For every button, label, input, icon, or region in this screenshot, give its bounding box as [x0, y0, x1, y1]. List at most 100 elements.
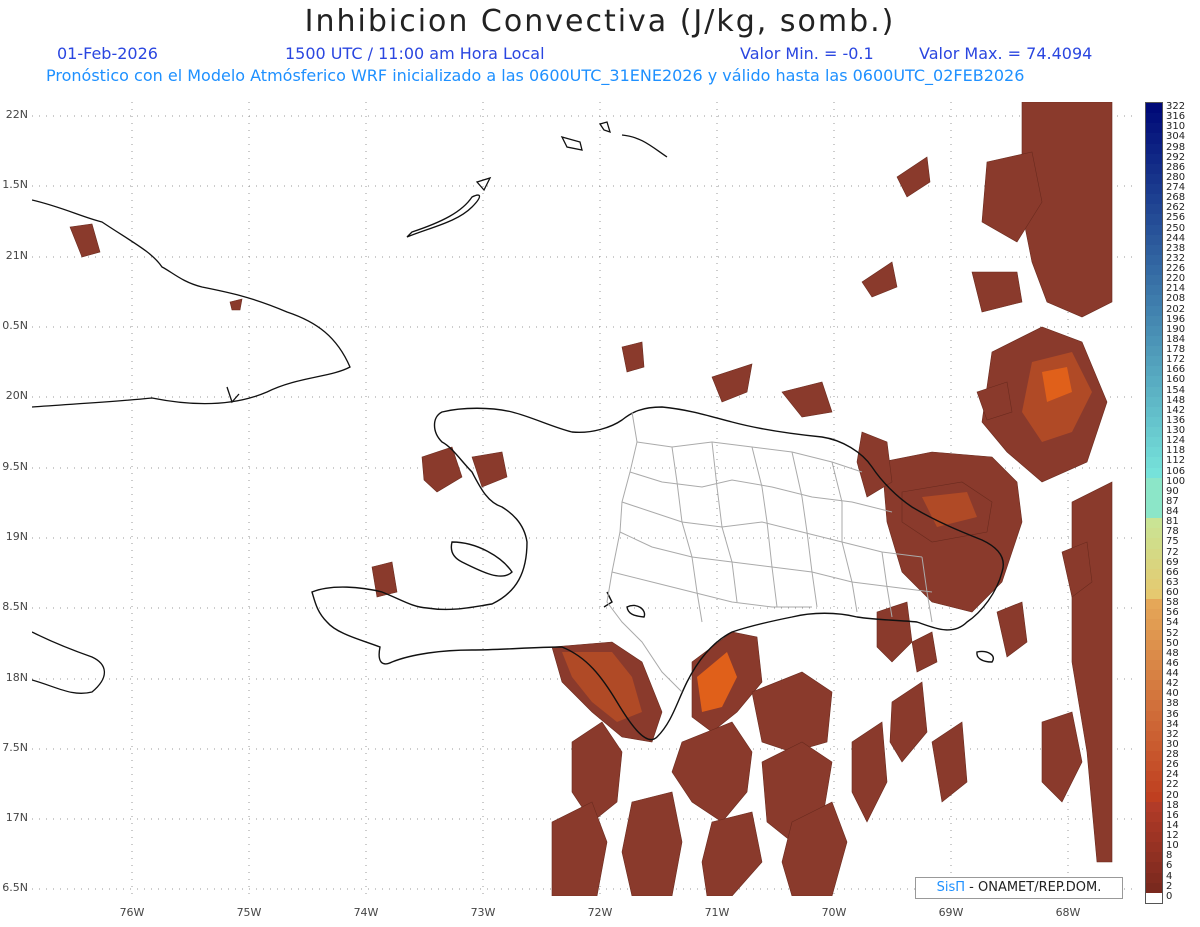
color-bar-segment — [1146, 842, 1162, 853]
color-bar-segment — [1146, 578, 1162, 590]
color-bar-segment — [1146, 163, 1162, 175]
color-bar-segment — [1146, 214, 1162, 226]
color-bar-segment — [1146, 123, 1162, 134]
color-bar-segment — [1146, 103, 1162, 114]
color-bar-segment — [1146, 487, 1162, 499]
color-bar-segment — [1146, 477, 1162, 489]
color-bar-segment — [1146, 538, 1162, 550]
color-bar-segment — [1146, 720, 1162, 732]
color-bar-label: 112 — [1166, 455, 1186, 467]
color-bar-segment — [1146, 265, 1162, 276]
color-bar-segment — [1146, 518, 1162, 529]
color-bar-segment — [1146, 366, 1162, 377]
y-tick-label: 0.5N — [2, 319, 28, 332]
color-bar-segment — [1146, 224, 1162, 236]
x-tick-label: 72W — [587, 906, 613, 919]
color-bar-label: 256 — [1166, 212, 1186, 224]
color-bar-segment — [1146, 113, 1162, 124]
y-tick-label: 1.5N — [2, 178, 28, 191]
y-tick-label: 9.5N — [2, 460, 28, 473]
color-bar-segment — [1146, 173, 1162, 185]
color-bar-segment — [1146, 254, 1162, 266]
color-bar-segment — [1146, 548, 1162, 560]
color-bar-segment — [1146, 244, 1162, 256]
color-bar-segment — [1146, 781, 1162, 793]
color-bar-segment — [1146, 821, 1162, 833]
x-tick-label: 73W — [470, 906, 496, 919]
x-tick-label: 68W — [1055, 906, 1081, 919]
color-bar-segment — [1146, 680, 1162, 691]
color-bar-segment — [1146, 740, 1162, 752]
color-bar-label: 0 — [1166, 890, 1173, 902]
color-bar-segment — [1146, 791, 1162, 803]
color-bar-label: 6 — [1166, 860, 1173, 872]
color-bar-segment — [1146, 194, 1162, 205]
color-bar-segment — [1146, 143, 1162, 155]
color-bar-segment — [1146, 811, 1162, 823]
color-bar-segment — [1146, 639, 1162, 651]
time-label: 1500 UTC / 11:00 am Hora Local — [285, 44, 545, 63]
color-bar-segment — [1146, 285, 1162, 296]
color-bar-label: 38 — [1166, 698, 1179, 710]
color-bar-segment — [1146, 497, 1162, 509]
color-bar-segment — [1146, 335, 1162, 347]
x-tick-label: 69W — [938, 906, 964, 919]
color-bar-segment — [1146, 447, 1162, 458]
color-bar-segment — [1146, 437, 1162, 448]
color-bar-segment — [1146, 305, 1162, 317]
color-bar-segment — [1146, 376, 1162, 388]
map-canvas — [32, 102, 1136, 896]
color-bar-segment — [1146, 882, 1162, 894]
color-bar-segment — [1146, 184, 1162, 195]
color-bar-label: 208 — [1166, 293, 1186, 305]
x-tick-label: 76W — [119, 906, 145, 919]
color-bar-segment — [1146, 346, 1162, 357]
credit-box: SisΠ - ONAMET/REP.DOM. — [915, 877, 1123, 899]
color-bar-label: 160 — [1166, 374, 1186, 386]
color-bar-segment — [1146, 629, 1162, 641]
y-tick-label: 20N — [5, 389, 28, 402]
color-bar-segment — [1146, 467, 1162, 479]
color-bar-label: 75 — [1166, 536, 1179, 548]
color-bar-segment — [1146, 730, 1162, 742]
color-bar-segment — [1146, 832, 1162, 843]
color-bar-segment — [1146, 204, 1162, 215]
color-bar-segment — [1146, 771, 1162, 782]
y-tick-label: 17N — [5, 811, 28, 824]
color-bar-segment — [1146, 892, 1162, 904]
color-bar-segment — [1146, 649, 1162, 661]
color-bar-segment — [1146, 133, 1162, 144]
color-bar-segment — [1146, 406, 1162, 418]
x-tick-label: 74W — [353, 906, 379, 919]
color-bar-segment — [1146, 751, 1162, 762]
map-title: Inhibicion Convectiva (J/kg, somb.) — [304, 4, 896, 39]
color-bar-segment — [1146, 700, 1162, 712]
brand-logo-text: SisΠ — [936, 880, 966, 895]
color-bar-segment — [1146, 315, 1162, 327]
color-bar-segment — [1146, 690, 1162, 701]
x-tick-label: 71W — [704, 906, 730, 919]
y-tick-label: 22N — [5, 108, 28, 121]
color-bar-segment — [1146, 356, 1162, 367]
value-max-label: Valor Max. = 74.4094 — [919, 44, 1093, 63]
color-bar-segment — [1146, 295, 1162, 307]
date-label: 01-Feb-2026 — [57, 44, 158, 63]
color-bar-segment — [1146, 416, 1162, 428]
color-bar-segment — [1146, 153, 1162, 165]
color-bar-segment — [1146, 568, 1162, 580]
y-tick-label: 21N — [5, 249, 28, 262]
color-bar-segment — [1146, 599, 1162, 610]
color-bar-segment — [1146, 852, 1162, 863]
x-tick-label: 70W — [821, 906, 847, 919]
color-bar-segment — [1146, 528, 1162, 539]
value-min-label: Valor Min. = -0.1 — [740, 44, 874, 63]
color-bar-segment — [1146, 396, 1162, 408]
color-bar-segment — [1146, 558, 1162, 570]
color-bar-segment — [1146, 801, 1162, 813]
color-bar-segment — [1146, 761, 1162, 772]
color-bar-label: 304 — [1166, 131, 1186, 143]
color-bar-segment — [1146, 872, 1162, 884]
x-tick-label: 75W — [236, 906, 262, 919]
color-bar-segment — [1146, 275, 1162, 286]
color-bar-segment — [1146, 386, 1162, 398]
